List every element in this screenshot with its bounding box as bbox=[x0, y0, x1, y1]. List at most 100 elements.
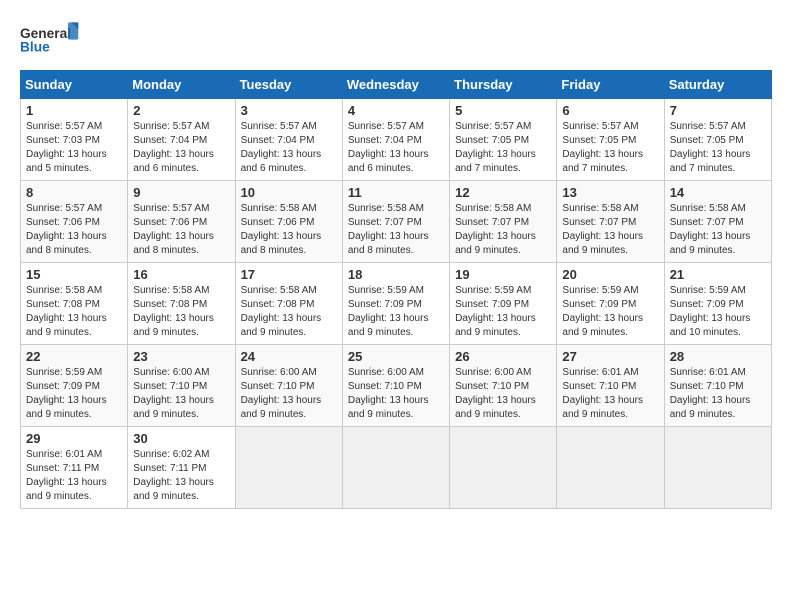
day-number: 23 bbox=[133, 349, 229, 364]
calendar-cell: 24 Sunrise: 6:00 AM Sunset: 7:10 PM Dayl… bbox=[235, 345, 342, 427]
calendar-row: 1 Sunrise: 5:57 AM Sunset: 7:03 PM Dayli… bbox=[21, 99, 772, 181]
day-info: Sunrise: 5:58 AM Sunset: 7:07 PM Dayligh… bbox=[562, 202, 658, 258]
day-number: 26 bbox=[455, 349, 551, 364]
day-info: Sunrise: 6:01 AM Sunset: 7:11 PM Dayligh… bbox=[26, 448, 122, 504]
day-info: Sunrise: 5:57 AM Sunset: 7:04 PM Dayligh… bbox=[348, 120, 444, 176]
calendar-cell: 13 Sunrise: 5:58 AM Sunset: 7:07 PM Dayl… bbox=[557, 181, 664, 263]
calendar-cell: 2 Sunrise: 5:57 AM Sunset: 7:04 PM Dayli… bbox=[128, 99, 235, 181]
day-number: 4 bbox=[348, 103, 444, 118]
header-friday: Friday bbox=[557, 71, 664, 99]
day-number: 2 bbox=[133, 103, 229, 118]
header-monday: Monday bbox=[128, 71, 235, 99]
day-number: 7 bbox=[670, 103, 766, 118]
day-info: Sunrise: 5:58 AM Sunset: 7:08 PM Dayligh… bbox=[241, 284, 337, 340]
day-info: Sunrise: 6:02 AM Sunset: 7:11 PM Dayligh… bbox=[133, 448, 229, 504]
calendar-row: 22 Sunrise: 5:59 AM Sunset: 7:09 PM Dayl… bbox=[21, 345, 772, 427]
day-info: Sunrise: 5:57 AM Sunset: 7:03 PM Dayligh… bbox=[26, 120, 122, 176]
day-info: Sunrise: 5:58 AM Sunset: 7:07 PM Dayligh… bbox=[348, 202, 444, 258]
header-wednesday: Wednesday bbox=[342, 71, 449, 99]
logo: General Blue bbox=[20, 20, 80, 60]
calendar-cell: 26 Sunrise: 6:00 AM Sunset: 7:10 PM Dayl… bbox=[450, 345, 557, 427]
calendar-cell bbox=[342, 427, 449, 509]
day-info: Sunrise: 5:59 AM Sunset: 7:09 PM Dayligh… bbox=[348, 284, 444, 340]
calendar-cell: 19 Sunrise: 5:59 AM Sunset: 7:09 PM Dayl… bbox=[450, 263, 557, 345]
day-info: Sunrise: 5:57 AM Sunset: 7:06 PM Dayligh… bbox=[133, 202, 229, 258]
calendar-cell: 4 Sunrise: 5:57 AM Sunset: 7:04 PM Dayli… bbox=[342, 99, 449, 181]
calendar-cell bbox=[664, 427, 771, 509]
calendar-cell bbox=[235, 427, 342, 509]
calendar-cell: 9 Sunrise: 5:57 AM Sunset: 7:06 PM Dayli… bbox=[128, 181, 235, 263]
calendar-cell: 12 Sunrise: 5:58 AM Sunset: 7:07 PM Dayl… bbox=[450, 181, 557, 263]
svg-text:General: General bbox=[20, 26, 71, 41]
day-info: Sunrise: 5:58 AM Sunset: 7:07 PM Dayligh… bbox=[670, 202, 766, 258]
day-number: 6 bbox=[562, 103, 658, 118]
day-info: Sunrise: 5:57 AM Sunset: 7:04 PM Dayligh… bbox=[133, 120, 229, 176]
day-info: Sunrise: 5:58 AM Sunset: 7:07 PM Dayligh… bbox=[455, 202, 551, 258]
day-number: 5 bbox=[455, 103, 551, 118]
day-number: 19 bbox=[455, 267, 551, 282]
calendar-row: 8 Sunrise: 5:57 AM Sunset: 7:06 PM Dayli… bbox=[21, 181, 772, 263]
day-number: 10 bbox=[241, 185, 337, 200]
day-number: 25 bbox=[348, 349, 444, 364]
calendar-cell: 30 Sunrise: 6:02 AM Sunset: 7:11 PM Dayl… bbox=[128, 427, 235, 509]
day-info: Sunrise: 6:00 AM Sunset: 7:10 PM Dayligh… bbox=[455, 366, 551, 422]
calendar-cell: 11 Sunrise: 5:58 AM Sunset: 7:07 PM Dayl… bbox=[342, 181, 449, 263]
day-number: 22 bbox=[26, 349, 122, 364]
day-info: Sunrise: 5:58 AM Sunset: 7:06 PM Dayligh… bbox=[241, 202, 337, 258]
page-header: General Blue bbox=[20, 20, 772, 60]
day-number: 24 bbox=[241, 349, 337, 364]
calendar-cell: 29 Sunrise: 6:01 AM Sunset: 7:11 PM Dayl… bbox=[21, 427, 128, 509]
svg-text:Blue: Blue bbox=[20, 40, 50, 55]
calendar-cell: 14 Sunrise: 5:58 AM Sunset: 7:07 PM Dayl… bbox=[664, 181, 771, 263]
header-tuesday: Tuesday bbox=[235, 71, 342, 99]
day-number: 14 bbox=[670, 185, 766, 200]
day-number: 13 bbox=[562, 185, 658, 200]
calendar-cell: 18 Sunrise: 5:59 AM Sunset: 7:09 PM Dayl… bbox=[342, 263, 449, 345]
calendar-cell: 17 Sunrise: 5:58 AM Sunset: 7:08 PM Dayl… bbox=[235, 263, 342, 345]
day-info: Sunrise: 5:59 AM Sunset: 7:09 PM Dayligh… bbox=[455, 284, 551, 340]
calendar-cell: 6 Sunrise: 5:57 AM Sunset: 7:05 PM Dayli… bbox=[557, 99, 664, 181]
day-info: Sunrise: 5:57 AM Sunset: 7:05 PM Dayligh… bbox=[562, 120, 658, 176]
calendar-cell: 16 Sunrise: 5:58 AM Sunset: 7:08 PM Dayl… bbox=[128, 263, 235, 345]
day-number: 16 bbox=[133, 267, 229, 282]
day-info: Sunrise: 5:59 AM Sunset: 7:09 PM Dayligh… bbox=[562, 284, 658, 340]
calendar-header-row: Sunday Monday Tuesday Wednesday Thursday… bbox=[21, 71, 772, 99]
day-number: 21 bbox=[670, 267, 766, 282]
day-number: 15 bbox=[26, 267, 122, 282]
header-sunday: Sunday bbox=[21, 71, 128, 99]
day-info: Sunrise: 6:01 AM Sunset: 7:10 PM Dayligh… bbox=[562, 366, 658, 422]
day-number: 11 bbox=[348, 185, 444, 200]
day-number: 17 bbox=[241, 267, 337, 282]
calendar-cell: 5 Sunrise: 5:57 AM Sunset: 7:05 PM Dayli… bbox=[450, 99, 557, 181]
day-number: 12 bbox=[455, 185, 551, 200]
day-number: 18 bbox=[348, 267, 444, 282]
day-number: 28 bbox=[670, 349, 766, 364]
header-thursday: Thursday bbox=[450, 71, 557, 99]
day-info: Sunrise: 5:58 AM Sunset: 7:08 PM Dayligh… bbox=[26, 284, 122, 340]
calendar-cell: 28 Sunrise: 6:01 AM Sunset: 7:10 PM Dayl… bbox=[664, 345, 771, 427]
calendar-cell: 3 Sunrise: 5:57 AM Sunset: 7:04 PM Dayli… bbox=[235, 99, 342, 181]
day-number: 30 bbox=[133, 431, 229, 446]
calendar-row: 15 Sunrise: 5:58 AM Sunset: 7:08 PM Dayl… bbox=[21, 263, 772, 345]
calendar-cell: 1 Sunrise: 5:57 AM Sunset: 7:03 PM Dayli… bbox=[21, 99, 128, 181]
day-number: 1 bbox=[26, 103, 122, 118]
calendar-cell: 25 Sunrise: 6:00 AM Sunset: 7:10 PM Dayl… bbox=[342, 345, 449, 427]
day-info: Sunrise: 6:00 AM Sunset: 7:10 PM Dayligh… bbox=[348, 366, 444, 422]
day-info: Sunrise: 5:59 AM Sunset: 7:09 PM Dayligh… bbox=[26, 366, 122, 422]
day-info: Sunrise: 5:57 AM Sunset: 7:06 PM Dayligh… bbox=[26, 202, 122, 258]
calendar-cell: 23 Sunrise: 6:00 AM Sunset: 7:10 PM Dayl… bbox=[128, 345, 235, 427]
day-info: Sunrise: 5:57 AM Sunset: 7:05 PM Dayligh… bbox=[670, 120, 766, 176]
day-number: 27 bbox=[562, 349, 658, 364]
calendar-table: Sunday Monday Tuesday Wednesday Thursday… bbox=[20, 70, 772, 509]
calendar-cell: 8 Sunrise: 5:57 AM Sunset: 7:06 PM Dayli… bbox=[21, 181, 128, 263]
calendar-cell: 7 Sunrise: 5:57 AM Sunset: 7:05 PM Dayli… bbox=[664, 99, 771, 181]
calendar-cell bbox=[450, 427, 557, 509]
day-number: 8 bbox=[26, 185, 122, 200]
calendar-cell bbox=[557, 427, 664, 509]
calendar-cell: 27 Sunrise: 6:01 AM Sunset: 7:10 PM Dayl… bbox=[557, 345, 664, 427]
day-info: Sunrise: 5:57 AM Sunset: 7:05 PM Dayligh… bbox=[455, 120, 551, 176]
day-number: 3 bbox=[241, 103, 337, 118]
calendar-row: 29 Sunrise: 6:01 AM Sunset: 7:11 PM Dayl… bbox=[21, 427, 772, 509]
calendar-cell: 22 Sunrise: 5:59 AM Sunset: 7:09 PM Dayl… bbox=[21, 345, 128, 427]
calendar-cell: 20 Sunrise: 5:59 AM Sunset: 7:09 PM Dayl… bbox=[557, 263, 664, 345]
